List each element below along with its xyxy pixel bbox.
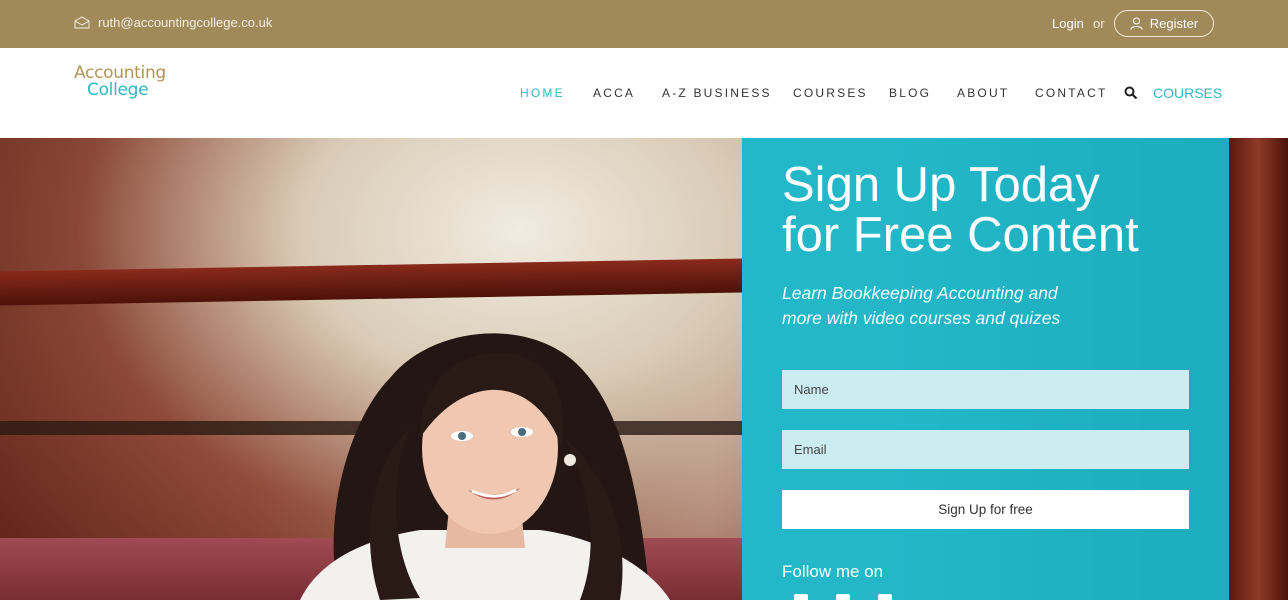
nav-item-az-business[interactable]: A-Z BUSINESS — [662, 86, 772, 100]
signup-panel: Sign Up Today for Free Content Learn Boo… — [742, 138, 1229, 600]
courses-button[interactable]: COURSES — [1153, 85, 1222, 101]
name-field[interactable] — [782, 370, 1189, 409]
nav-item-home[interactable]: HOME — [520, 86, 565, 100]
signup-subtitle: Learn Bookkeeping Accounting and more wi… — [782, 281, 1102, 331]
signup-subtitle-line2: more with video courses and quizes — [782, 308, 1061, 328]
top-bar: ruth@accountingcollege.co.uk Login or Re… — [0, 0, 1288, 48]
contact-email[interactable]: ruth@accountingcollege.co.uk — [74, 15, 272, 30]
social-icon[interactable] — [836, 594, 850, 600]
site-header: Accounting College HOME ACCA A-Z BUSINES… — [0, 48, 1288, 138]
nav-item-about[interactable]: ABOUT — [957, 86, 1009, 100]
hero-woman-image — [300, 333, 670, 600]
follow-label: Follow me on — [782, 562, 884, 581]
search-icon[interactable] — [1124, 86, 1138, 100]
signup-title-line1: Sign Up Today — [782, 158, 1100, 212]
or-text: or — [1093, 16, 1105, 31]
signup-title-line2: for Free Content — [782, 208, 1139, 262]
hero-wood-panel — [1229, 138, 1288, 600]
email-field[interactable] — [782, 430, 1189, 469]
register-label: Register — [1149, 16, 1199, 31]
register-button[interactable]: Register — [1114, 10, 1214, 37]
login-link[interactable]: Login — [1052, 16, 1084, 31]
main-nav: HOME ACCA A-Z BUSINESS COURSES BLOG ABOU… — [0, 85, 1288, 102]
signup-button[interactable]: Sign Up for free — [782, 490, 1189, 529]
social-icon[interactable] — [878, 594, 892, 600]
nav-item-blog[interactable]: BLOG — [889, 86, 931, 100]
nav-item-contact[interactable]: CONTACT — [1035, 86, 1108, 100]
signup-subtitle-line1: Learn Bookkeeping Accounting and — [782, 283, 1058, 303]
user-icon — [1130, 17, 1143, 30]
social-links — [794, 594, 892, 600]
nav-item-acca[interactable]: ACCA — [593, 86, 635, 100]
nav-item-courses[interactable]: COURSES — [793, 86, 868, 100]
email-text: ruth@accountingcollege.co.uk — [98, 15, 273, 30]
signup-title: Sign Up Today for Free Content — [782, 160, 1202, 260]
envelope-icon — [74, 16, 90, 29]
social-icon[interactable] — [794, 594, 808, 600]
